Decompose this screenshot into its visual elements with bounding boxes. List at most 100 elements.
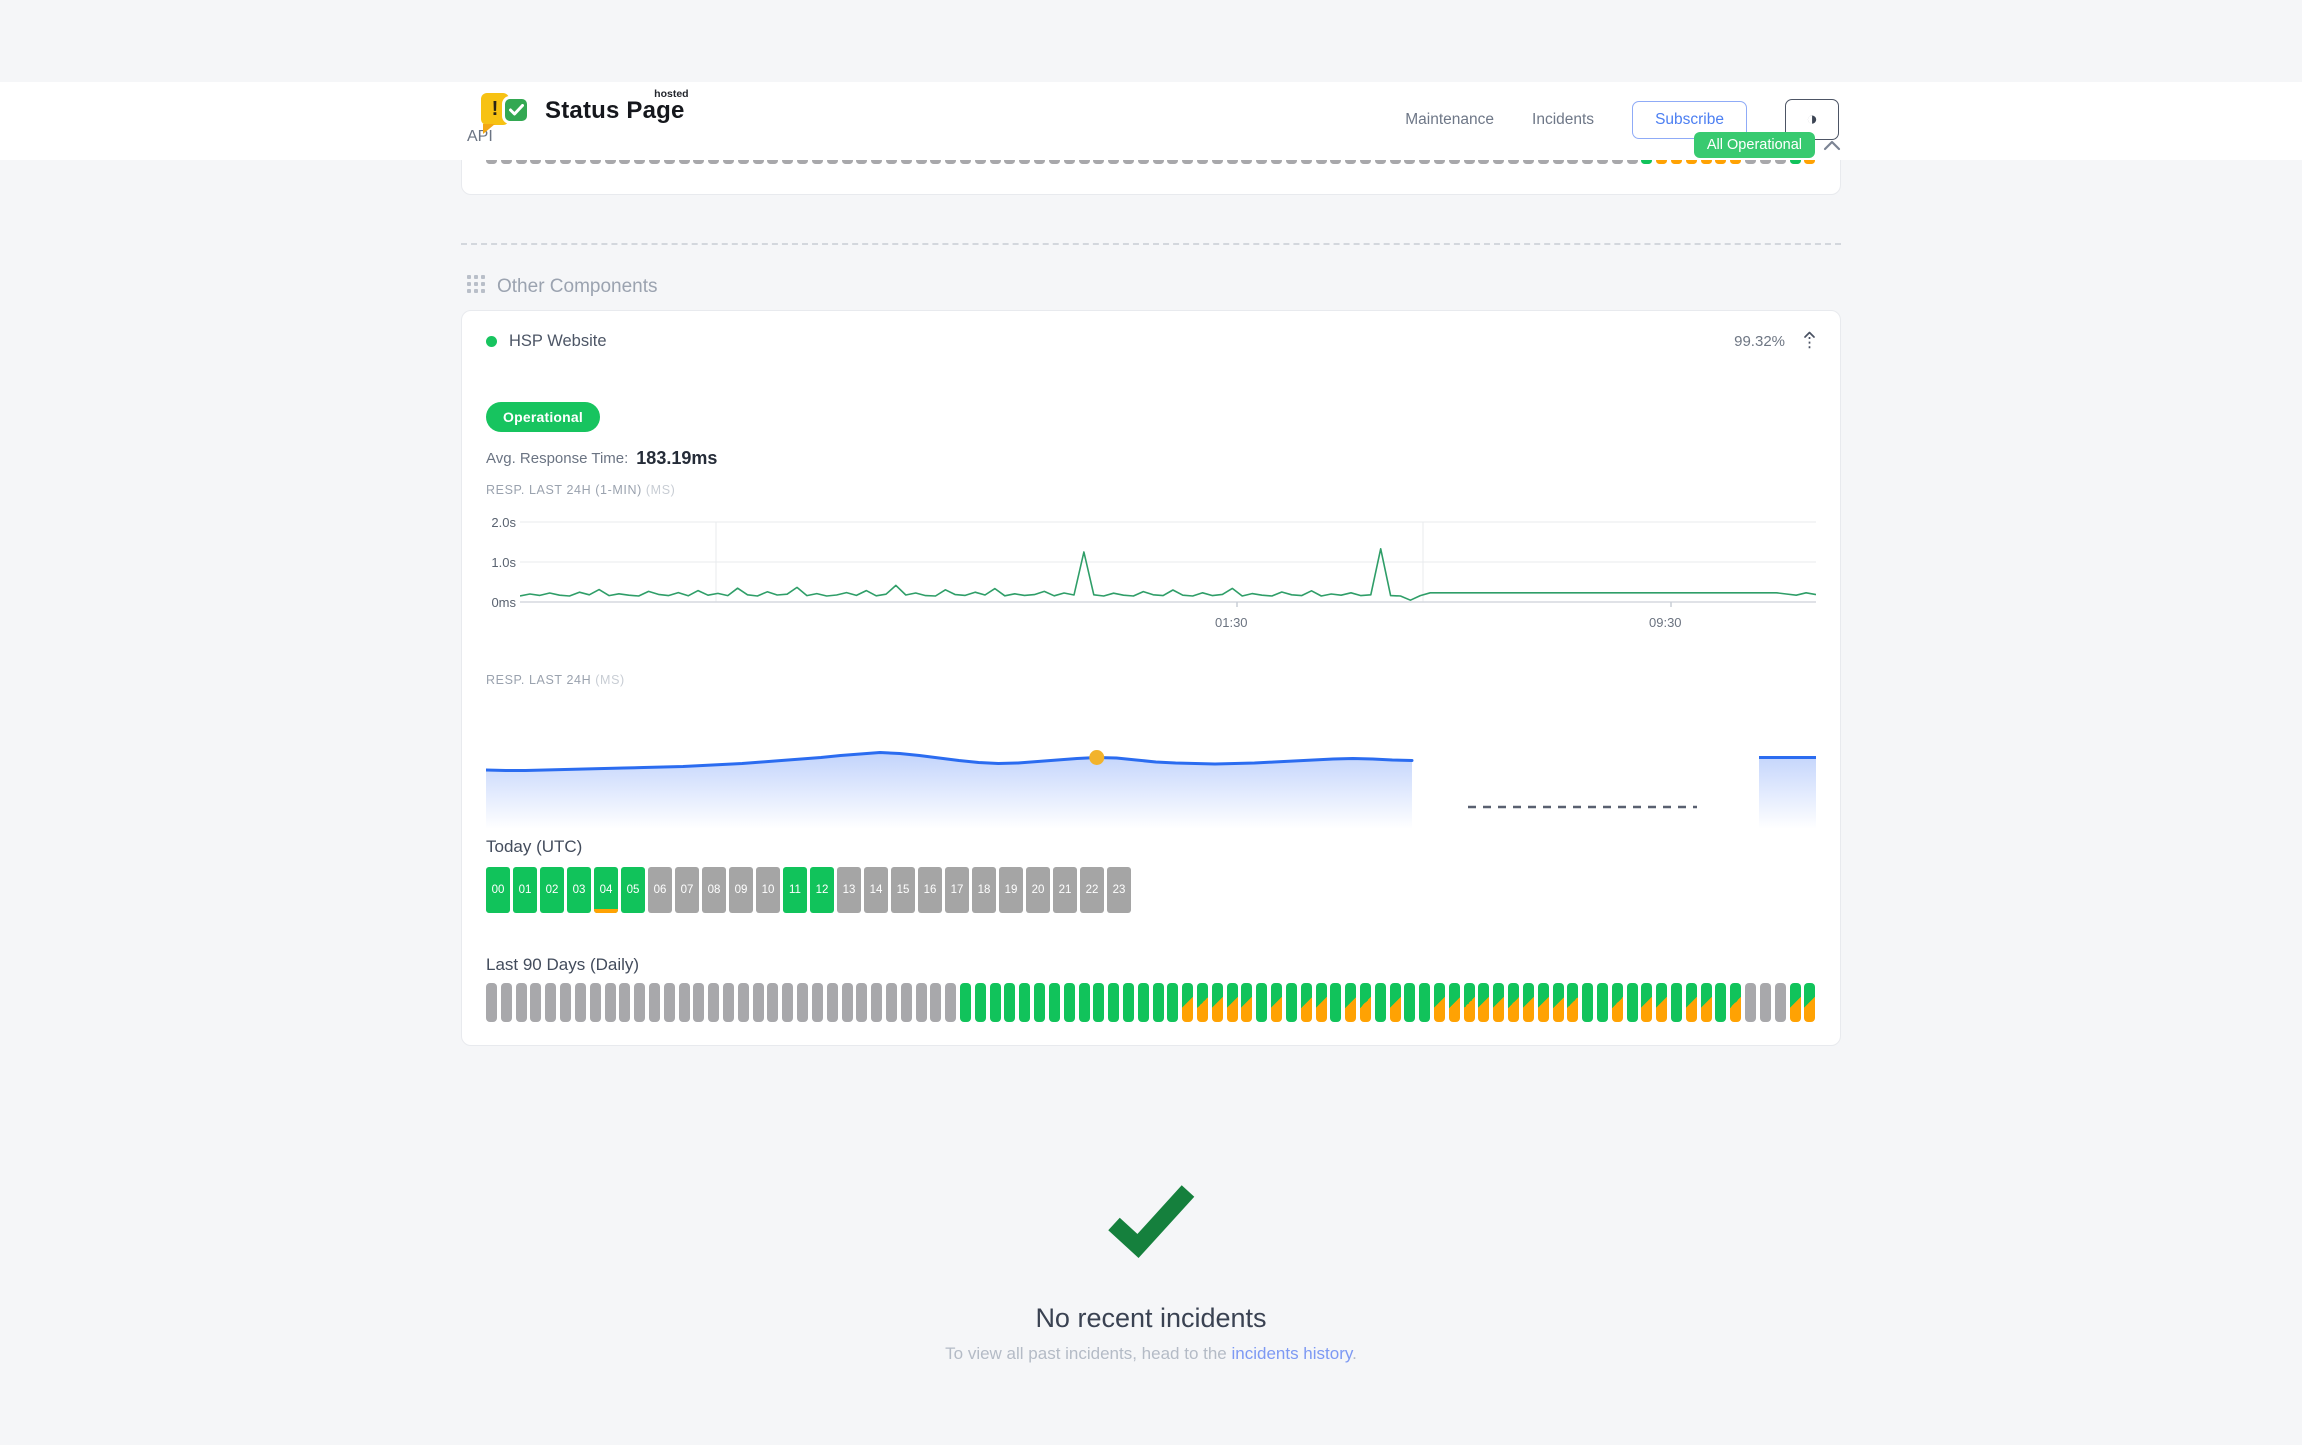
uptime-bar[interactable] [1775,983,1786,1022]
uptime-bar[interactable] [1553,983,1564,1022]
overall-status-badge[interactable]: All Operational [1694,132,1815,158]
incidents-history-link[interactable]: incidents history [1231,1344,1352,1363]
hour-block[interactable]: 04 [594,867,618,913]
uptime-bar[interactable] [842,983,853,1022]
uptime-bar[interactable] [530,983,541,1022]
hour-block[interactable]: 14 [864,867,888,913]
uptime-bar[interactable] [782,983,793,1022]
trend-up-icon[interactable] [1803,331,1816,352]
uptime-bar[interactable] [1241,983,1252,1022]
uptime-bar[interactable] [1612,983,1623,1022]
uptime-bar[interactable] [1627,983,1638,1022]
hour-block[interactable]: 00 [486,867,510,913]
collapse-chevron-icon[interactable] [1823,138,1841,156]
uptime-bar[interactable] [1167,983,1178,1022]
uptime-bar[interactable] [679,983,690,1022]
uptime-bar[interactable] [1567,983,1578,1022]
uptime-bar[interactable] [960,983,971,1022]
uptime-bar[interactable] [1212,983,1223,1022]
hour-block[interactable]: 19 [999,867,1023,913]
uptime-bar[interactable] [693,983,704,1022]
uptime-bar[interactable] [990,983,1001,1022]
uptime-bar[interactable] [1271,983,1282,1022]
hour-block[interactable]: 18 [972,867,996,913]
uptime-bar[interactable] [1671,983,1682,1022]
uptime-bar[interactable] [1597,983,1608,1022]
uptime-bar[interactable] [1019,983,1030,1022]
uptime-bar[interactable] [1449,983,1460,1022]
uptime-bar[interactable] [575,983,586,1022]
uptime-bar[interactable] [871,983,882,1022]
hour-block[interactable]: 12 [810,867,834,913]
uptime-bar[interactable] [916,983,927,1022]
uptime-bar[interactable] [1197,983,1208,1022]
hour-block[interactable]: 15 [891,867,915,913]
uptime-bar[interactable] [619,983,630,1022]
uptime-bar[interactable] [1227,983,1238,1022]
uptime-bar[interactable] [1316,983,1327,1022]
hour-block[interactable]: 11 [783,867,807,913]
uptime-bar[interactable] [1538,983,1549,1022]
uptime-bar[interactable] [590,983,601,1022]
uptime-bar[interactable] [1064,983,1075,1022]
hour-block[interactable]: 20 [1026,867,1050,913]
uptime-bar[interactable] [1493,983,1504,1022]
nav-incidents[interactable]: Incidents [1532,111,1594,129]
uptime-bar[interactable] [1360,983,1371,1022]
uptime-bar[interactable] [1656,983,1667,1022]
uptime-bar[interactable] [1286,983,1297,1022]
uptime-bar[interactable] [753,983,764,1022]
hour-block[interactable]: 09 [729,867,753,913]
uptime-bar[interactable] [1582,983,1593,1022]
uptime-bar[interactable] [545,983,556,1022]
uptime-bar[interactable] [708,983,719,1022]
uptime-bar[interactable] [1153,983,1164,1022]
uptime-bar[interactable] [1790,983,1801,1022]
uptime-bar[interactable] [1686,983,1697,1022]
hour-block[interactable]: 10 [756,867,780,913]
uptime-bar[interactable] [1138,983,1149,1022]
uptime-bar[interactable] [1508,983,1519,1022]
uptime-bar[interactable] [767,983,778,1022]
uptime-bar[interactable] [1375,983,1386,1022]
uptime-bar[interactable] [1523,983,1534,1022]
daily-uptime-strip[interactable] [486,983,1816,1022]
uptime-bar[interactable] [1404,983,1415,1022]
uptime-bar[interactable] [797,983,808,1022]
uptime-bar[interactable] [738,983,749,1022]
uptime-bar[interactable] [930,983,941,1022]
hour-block[interactable]: 02 [540,867,564,913]
uptime-bar[interactable] [827,983,838,1022]
uptime-bar[interactable] [1034,983,1045,1022]
hour-block[interactable]: 03 [567,867,591,913]
uptime-bar[interactable] [1330,983,1341,1022]
uptime-bar[interactable] [1256,983,1267,1022]
hour-block[interactable]: 08 [702,867,726,913]
uptime-bar[interactable] [1434,983,1445,1022]
uptime-bar[interactable] [560,983,571,1022]
uptime-bar[interactable] [1049,983,1060,1022]
hour-block[interactable]: 16 [918,867,942,913]
uptime-bar[interactable] [945,983,956,1022]
uptime-bar[interactable] [1079,983,1090,1022]
uptime-bar[interactable] [1004,983,1015,1022]
uptime-bar[interactable] [649,983,660,1022]
hour-block[interactable]: 22 [1080,867,1104,913]
uptime-bar[interactable] [1419,983,1430,1022]
brand-logo[interactable]: ! Status Page hosted [481,91,685,131]
uptime-bar[interactable] [1108,983,1119,1022]
hour-block[interactable]: 01 [513,867,537,913]
uptime-bar[interactable] [1123,983,1134,1022]
uptime-bar[interactable] [901,983,912,1022]
uptime-bar[interactable] [1182,983,1193,1022]
uptime-bar[interactable] [1641,983,1652,1022]
uptime-bar[interactable] [886,983,897,1022]
uptime-bar[interactable] [1390,983,1401,1022]
hour-block[interactable]: 06 [648,867,672,913]
uptime-bar[interactable] [634,983,645,1022]
uptime-bar[interactable] [1301,983,1312,1022]
uptime-bar[interactable] [1715,983,1726,1022]
uptime-bar[interactable] [516,983,527,1022]
uptime-bar[interactable] [501,983,512,1022]
uptime-bar[interactable] [975,983,986,1022]
